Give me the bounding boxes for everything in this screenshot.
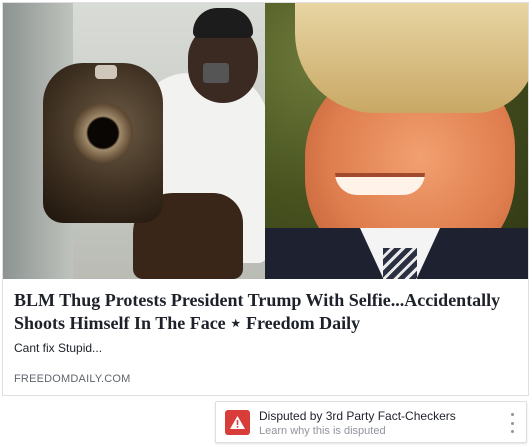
link-title[interactable]: BLM Thug Protests President Trump With S… xyxy=(14,289,519,335)
trump-face-photo xyxy=(265,3,528,279)
disputed-notice[interactable]: Disputed by 3rd Party Fact-Checkers Lear… xyxy=(215,401,527,443)
warning-icon xyxy=(225,410,250,435)
preview-image[interactable] xyxy=(3,3,528,279)
link-preview-card[interactable]: BLM Thug Protests President Trump With S… xyxy=(2,2,529,396)
more-options-icon[interactable] xyxy=(509,413,515,433)
dispute-title: Disputed by 3rd Party Fact-Checkers xyxy=(259,409,456,423)
gun-selfie-photo xyxy=(3,3,265,279)
learn-why-link[interactable]: Learn why this is disputed xyxy=(259,425,386,437)
link-description: Cant fix Stupid... xyxy=(14,341,103,355)
link-domain: FREEDOMDAILY.COM xyxy=(14,373,131,385)
